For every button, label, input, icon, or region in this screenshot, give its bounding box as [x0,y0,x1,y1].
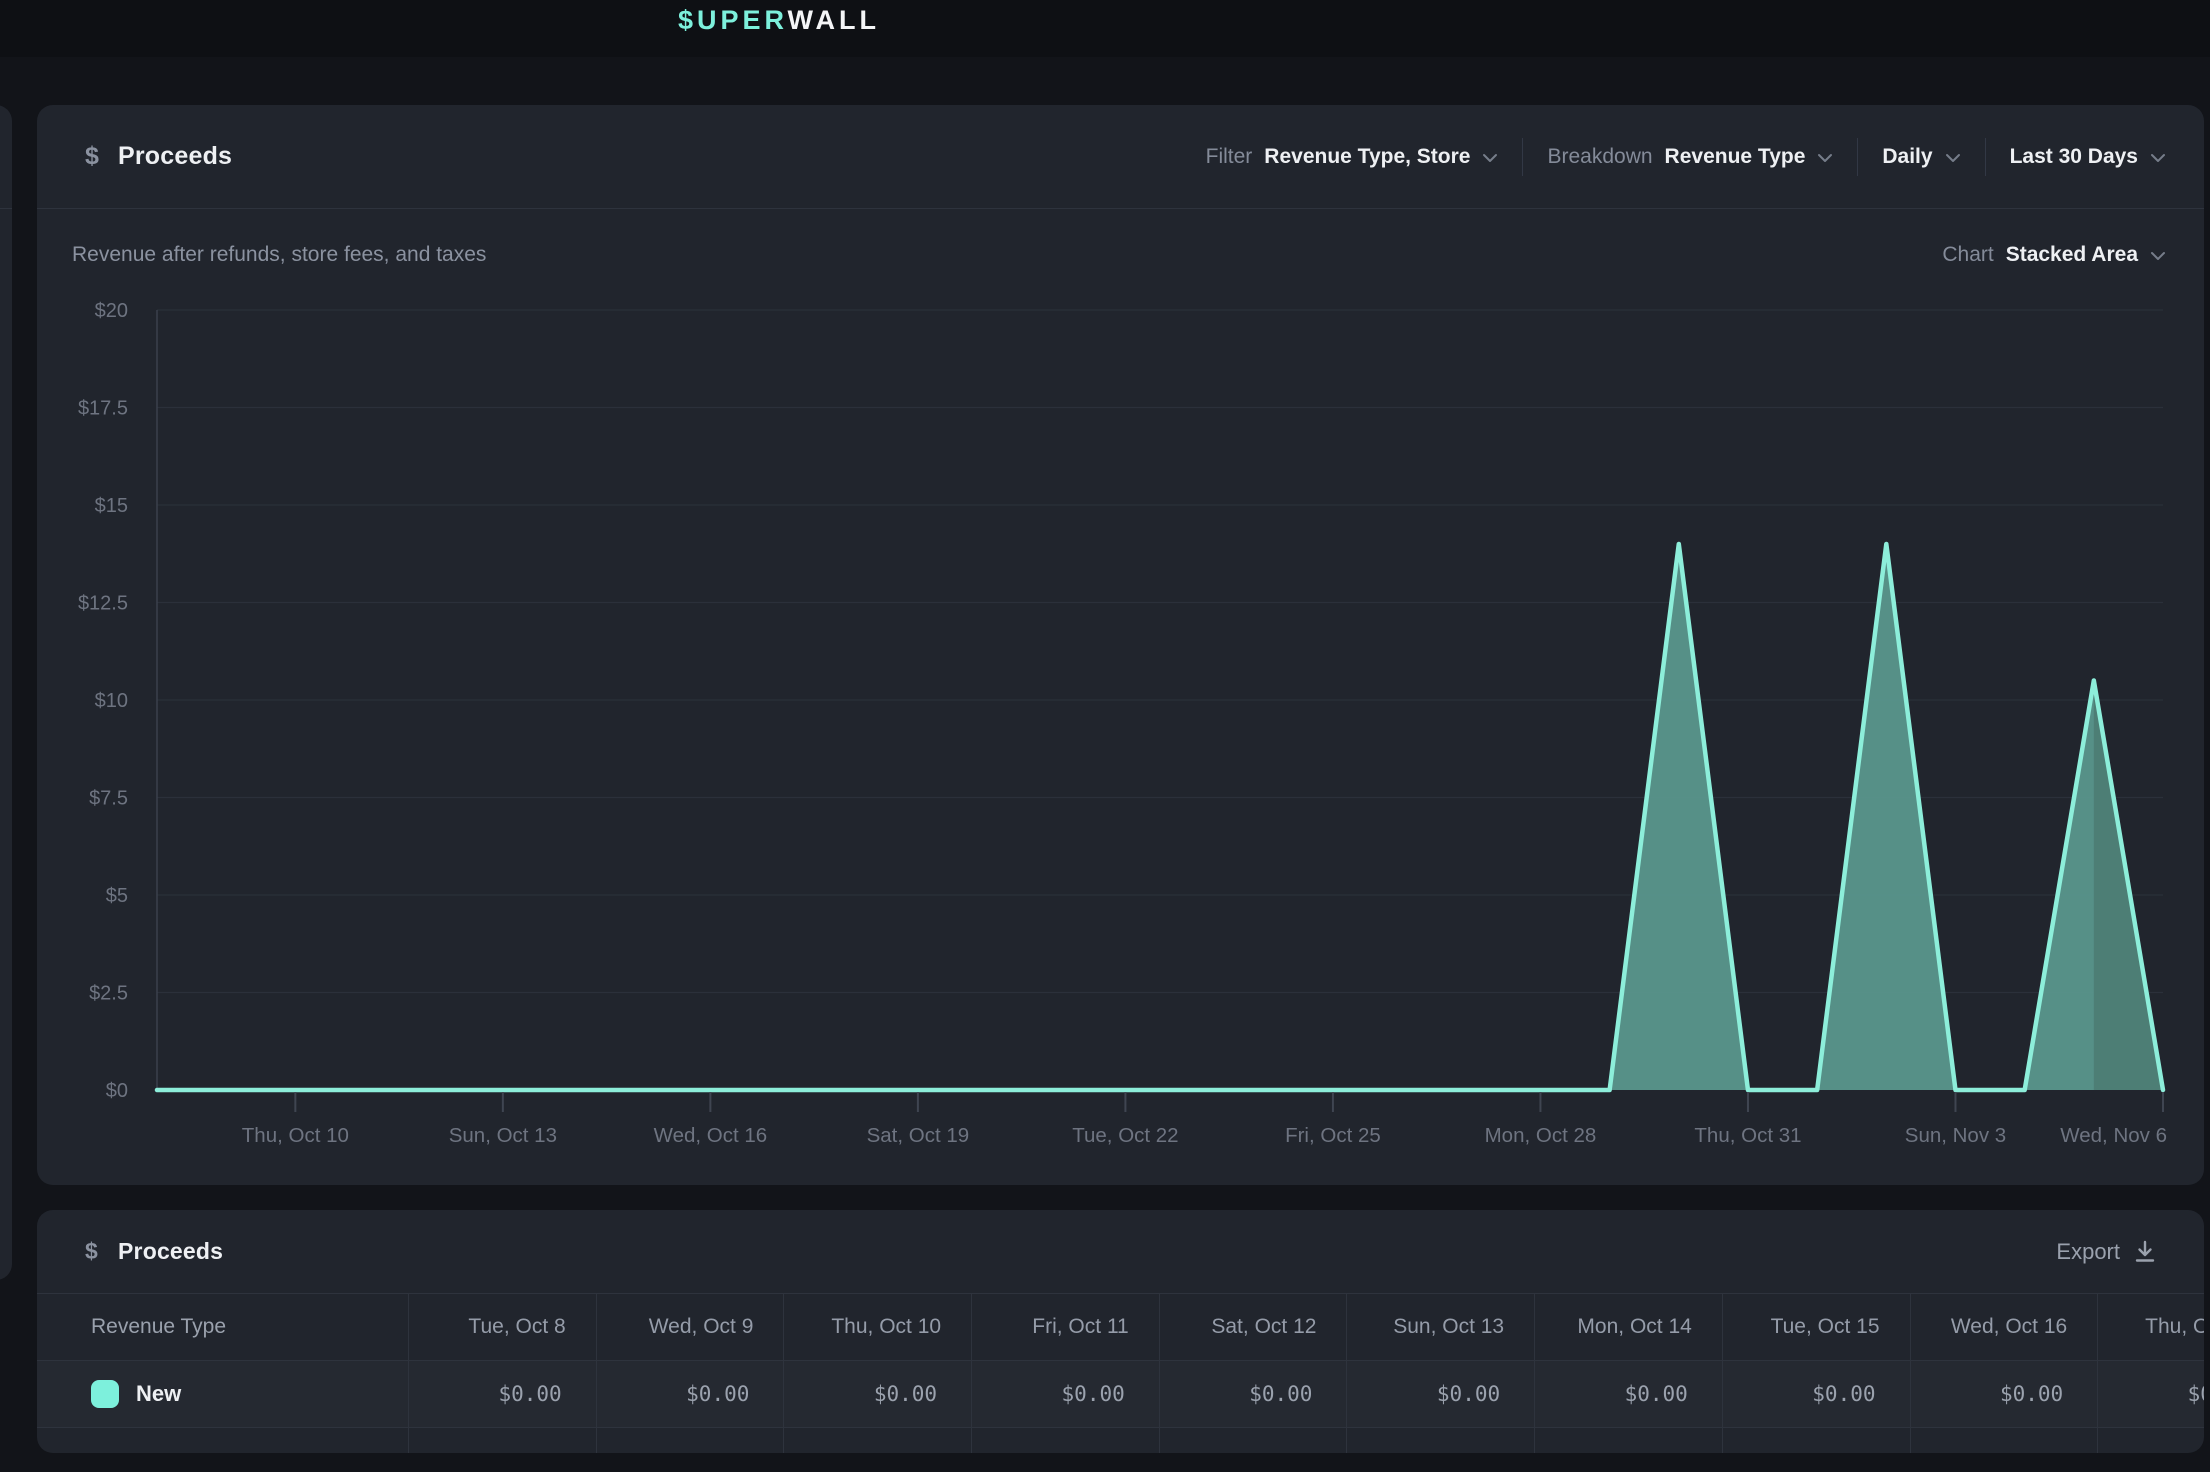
x-axis-label: Tue, Oct 22 [1072,1124,1178,1147]
table-divider [37,1293,2204,1294]
column-header: Sun, Oct 13 [1347,1293,1534,1360]
superwall-logo: $UPERWALL [678,5,880,36]
table-cell[interactable]: $0.00 [1535,1360,1722,1427]
x-axis-label: Sat, Oct 19 [867,1124,970,1147]
y-axis-label: $15 [95,495,128,517]
x-axis-label: Mon, Oct 28 [1485,1124,1597,1147]
table-column: Sun, Oct 13$0.00 [1346,1293,1534,1453]
column-header: Thu, Oct 17 [2098,1293,2204,1360]
x-axis-label: Sun, Nov 3 [1905,1124,2006,1147]
logo-prefix: $UPER [678,5,788,35]
table-cell[interactable]: $0.00 [1723,1360,1910,1427]
column-header: Wed, Oct 9 [597,1293,784,1360]
x-axis-label: Wed, Nov 6 [2060,1124,2167,1147]
x-axis-label: Fri, Oct 25 [1285,1124,1381,1147]
column-header: Tue, Oct 15 [1723,1293,1910,1360]
x-axis-label: Thu, Oct 10 [242,1124,349,1147]
table-cell[interactable]: $0.00 [1160,1360,1347,1427]
x-axis-label: Thu, Oct 31 [1694,1124,1801,1147]
column-header: Thu, Oct 10 [784,1293,971,1360]
table-date-columns: Tue, Oct 8$0.00Wed, Oct 9$0.00Thu, Oct 1… [408,1293,2204,1453]
y-axis-label: $5 [106,885,128,907]
table-column: Wed, Oct 16$0.00 [1910,1293,2098,1453]
x-axis-label: Wed, Oct 16 [654,1124,768,1147]
logo-suffix: WALL [788,5,880,35]
proceeds-chart-card: $ Proceeds Filter Revenue Type, Store Br… [37,105,2204,1185]
y-axis-label: $7.5 [89,788,128,810]
table-cell[interactable]: $0.00 [2098,1360,2204,1427]
y-axis-label: $10 [95,690,128,712]
area-fill [157,544,2163,1090]
table-column: Thu, Oct 17$0.00 [2097,1293,2204,1453]
column-header: Wed, Oct 16 [1911,1293,2098,1360]
table-cell[interactable]: $0.00 [972,1360,1159,1427]
table-cell[interactable]: $0.00 [409,1360,596,1427]
stacked-area-chart[interactable]: $0 $2.5 $5 $7.5 $10 $12.5 $15 $17.5 $20 Thu, Oct … [37,105,2204,1185]
column-header: Mon, Oct 14 [1535,1293,1722,1360]
table-row[interactable]: New [37,1360,408,1427]
y-axis-label: $0 [106,1080,128,1102]
table-column: Tue, Oct 8$0.00 [408,1293,596,1453]
table-cell[interactable]: $0.00 [784,1360,971,1427]
top-bar: $UPERWALL [0,0,2210,57]
table-column: Sat, Oct 12$0.00 [1159,1293,1347,1453]
download-icon [2134,1240,2156,1264]
table-card-header: $ Proceeds Export [37,1210,2204,1293]
export-label: Export [2056,1239,2120,1265]
table-card-title: Proceeds [118,1210,223,1293]
table-divider [37,1360,2204,1361]
series-color-swatch [91,1380,119,1408]
table-column: Thu, Oct 10$0.00 [783,1293,971,1453]
column-header: Tue, Oct 8 [409,1293,596,1360]
dollar-icon: $ [85,1210,98,1293]
table-divider [37,1427,2204,1428]
column-header: Sat, Oct 12 [1160,1293,1347,1360]
table-column: Mon, Oct 14$0.00 [1534,1293,1722,1453]
adjacent-card-edge [0,105,12,1280]
table-column: Fri, Oct 11$0.00 [971,1293,1159,1453]
y-axis-label: $12.5 [78,593,128,615]
proceeds-table-card: $ Proceeds Export Revenue Type New Tue, … [37,1210,2204,1453]
table-cell[interactable]: $0.00 [1911,1360,2098,1427]
table-column: Tue, Oct 15$0.00 [1722,1293,1910,1453]
column-header: Fri, Oct 11 [972,1293,1159,1360]
revenue-type-column: Revenue Type New [37,1293,408,1453]
revenue-type-header: Revenue Type [37,1293,408,1360]
x-axis-label: Sun, Oct 13 [449,1124,557,1147]
adjacent-card-divider [0,208,12,209]
table-column: Wed, Oct 9$0.00 [596,1293,784,1453]
table-cell[interactable]: $0.00 [597,1360,784,1427]
y-axis-label: $2.5 [89,983,128,1005]
series-name: New [136,1381,181,1407]
y-axis-label: $20 [95,300,128,322]
y-axis-label: $17.5 [78,398,128,420]
table-cell[interactable]: $0.00 [1347,1360,1534,1427]
export-button[interactable]: Export [2056,1210,2156,1293]
